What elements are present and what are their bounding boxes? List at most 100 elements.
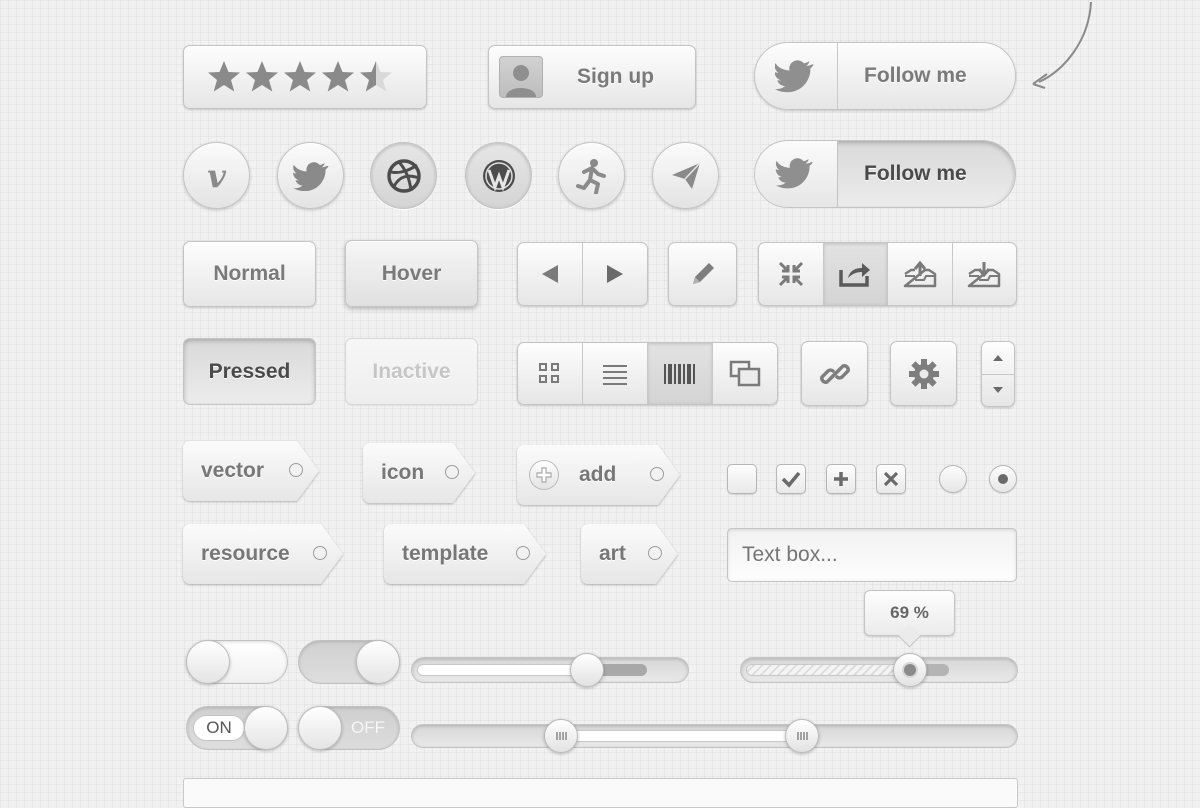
range-slider[interactable] [411,724,1018,748]
checkbox-plus[interactable] [826,464,856,494]
link-button[interactable] [801,341,868,406]
next-button[interactable] [582,243,647,305]
collapse-button[interactable] [759,243,823,305]
download-button[interactable] [951,243,1017,305]
star-rating[interactable] [183,45,427,109]
follow-button-pressed[interactable]: Follow me [754,140,1016,208]
number-stepper [981,341,1015,407]
toggle-off[interactable] [186,640,288,684]
toggle-knob[interactable] [244,706,288,750]
pressed-button[interactable]: Pressed [183,338,316,405]
send-button[interactable] [652,142,719,209]
tag-resource[interactable]: resource [183,524,343,584]
stepper-down-button[interactable] [982,375,1014,407]
windows-icon [729,360,761,386]
signup-button[interactable]: Sign up [488,45,696,109]
view-switcher [517,342,778,405]
vimeo-icon: v [207,156,226,195]
on-toggle[interactable]: ON [186,706,288,750]
edit-button[interactable] [668,242,737,306]
range-min-thumb[interactable] [544,719,578,753]
signup-label: Sign up [577,65,654,88]
stepper-up-button[interactable] [982,342,1014,375]
radio-selected[interactable] [989,465,1017,493]
twitter-icon [755,141,838,207]
prev-button[interactable] [518,243,582,305]
inactive-button: Inactive [345,338,478,405]
on-label: ON [206,718,232,737]
radio-dot-icon [998,474,1008,484]
pencil-icon [692,263,714,284]
wordpress-button[interactable] [465,142,532,209]
barcode-view-button[interactable] [647,343,712,404]
volume-slider-thumb[interactable] [570,653,604,687]
slider-value-tooltip: 69 % [864,590,955,648]
prev-next-control [517,242,648,306]
checkbox-checked[interactable] [776,464,806,494]
runner-button[interactable] [558,142,625,209]
share-button[interactable] [822,243,887,305]
toggle-knob[interactable] [186,640,230,684]
grid-view-button[interactable] [518,343,582,404]
user-avatar-icon [499,56,543,98]
radio-unselected[interactable] [939,465,967,493]
runner-icon [575,158,606,194]
progress-slider[interactable] [740,657,1018,683]
upload-button[interactable] [887,243,952,305]
bottom-panel [183,778,1018,808]
share-icon [839,263,871,287]
toggle-knob[interactable] [298,706,342,750]
range-max-thumb[interactable] [785,719,819,753]
twitter-icon [292,161,328,191]
wordpress-icon [482,159,515,192]
range-fill [562,730,802,742]
off-toggle[interactable]: OFF [298,706,400,750]
tag-hole-icon [313,546,327,560]
settings-button[interactable] [890,341,957,406]
progress-slider-thumb[interactable] [893,653,927,687]
tag-add[interactable]: add [517,445,680,505]
off-label: OFF [351,718,385,737]
window-view-button[interactable] [712,343,777,404]
tag-template[interactable]: template [384,524,546,584]
progress-fill [746,664,909,676]
rating-stars-icon [208,61,392,92]
caret-down-icon [993,387,1003,394]
grip-icon [797,732,808,740]
tag-icon[interactable]: icon [363,443,475,503]
curved-arrow-icon [1032,1,1092,89]
normal-button[interactable]: Normal [183,241,316,307]
check-icon [781,471,801,488]
tag-label: art [581,524,678,584]
tag-hole-icon [650,467,664,481]
grip-icon [556,732,567,740]
twitter-icon [755,43,838,109]
checkbox-empty[interactable] [727,464,757,494]
toggle-knob[interactable] [356,640,400,684]
on-label-pill: ON [193,715,245,741]
list-icon [603,364,627,385]
follow-button[interactable]: Follow me [754,42,1016,110]
grid-icon [539,362,559,383]
toggle-on[interactable] [298,640,400,684]
checkbox-cross[interactable] [876,464,906,494]
slider-value-label: 69 % [890,603,929,622]
barcode-icon [664,363,695,384]
link-icon [819,363,850,384]
text-box[interactable] [727,528,1017,582]
vimeo-button[interactable]: v [183,142,250,209]
twitter-circle-button[interactable] [277,142,344,209]
tag-art[interactable]: art [581,524,678,584]
tag-label: add [579,463,617,486]
caret-up-icon [993,354,1003,361]
hover-button[interactable]: Hover [345,240,478,307]
upload-tray-icon [903,260,936,288]
list-view-button[interactable] [582,343,647,404]
thumb-dot-icon [902,662,918,678]
action-toolbar [758,242,1017,306]
tag-vector[interactable]: vector [183,441,319,501]
gear-icon [908,358,939,389]
volume-slider[interactable] [411,657,689,683]
slider-fill [417,664,587,676]
dribbble-button[interactable] [370,142,437,209]
